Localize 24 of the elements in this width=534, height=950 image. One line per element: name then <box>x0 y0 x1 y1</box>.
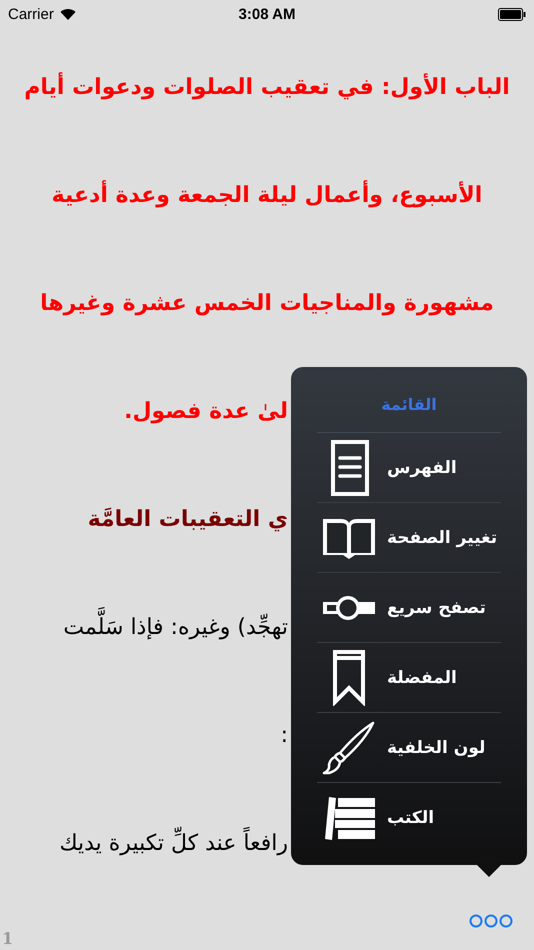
more-button[interactable] <box>467 912 515 930</box>
menu-item[interactable]: الكتب <box>317 783 501 853</box>
menu-item[interactable]: المفضلة <box>317 643 501 713</box>
heading-text: ي التعقيبات العامَّة <box>86 506 289 534</box>
heading-text: مشهورة والمناجيات الخمس عشرة وغيرها <box>39 290 495 318</box>
menu-item[interactable]: الفهرس <box>317 433 501 503</box>
popover-pointer <box>477 865 501 877</box>
page-number: 1 <box>2 929 14 948</box>
heading-text: الأسبوع، وأعمال ليلة الجمعة وعدة أدعية <box>50 175 484 217</box>
wifi-icon <box>60 8 76 20</box>
menu-item[interactable]: لون الخلفية <box>317 713 501 783</box>
menu-item[interactable]: تغيير الصفحة <box>317 503 501 573</box>
ellipsis-icon <box>469 914 513 928</box>
heading-text: لىٰ عدة فصول. <box>123 398 289 426</box>
menu-item[interactable]: تصفح سريع <box>317 573 501 643</box>
battery-icon <box>498 8 526 20</box>
carrier-name: Carrier <box>8 6 54 22</box>
body-text: : <box>280 722 289 750</box>
brush-icon <box>321 720 377 776</box>
heading-text: الباب الأول: في تعقيب الصلوات ودعوات أيام <box>22 67 512 109</box>
menu-title: القائمة <box>317 385 501 433</box>
body-text: تهجِّد) وغيره: فإذا سَلَّمت <box>61 607 290 649</box>
body-text: رافعاً عند كلِّ تكبيرة يديك <box>57 823 290 865</box>
clock-time: 3:08 AM <box>238 6 296 22</box>
